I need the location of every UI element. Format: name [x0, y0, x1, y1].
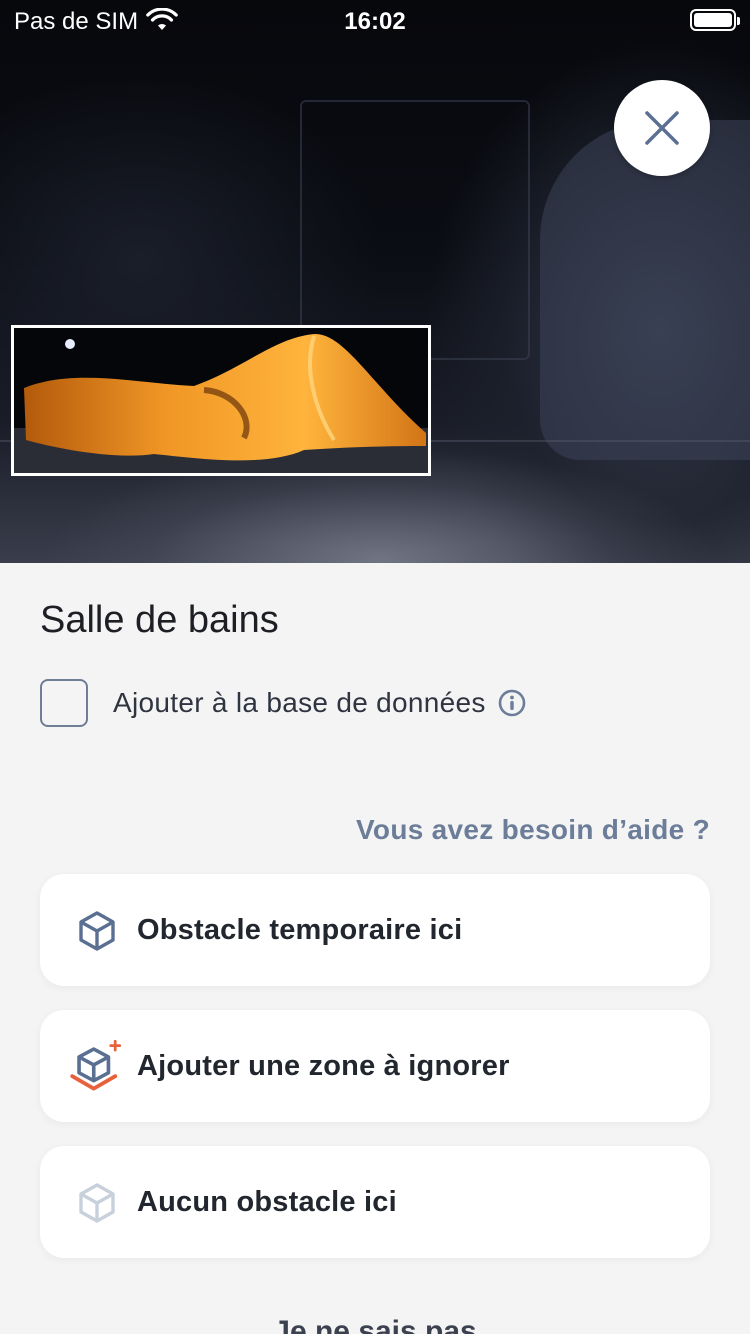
cube-icon: [79, 911, 115, 951]
option-no-obstacle[interactable]: Aucun obstacle ici: [40, 1146, 710, 1258]
background-door: [300, 100, 530, 360]
bottom-panel: Salle de bains Ajouter à la base de donn…: [0, 563, 750, 1334]
option-label: Aucun obstacle ici: [137, 1185, 397, 1218]
cube-outline-icon: [79, 1183, 115, 1223]
close-button[interactable]: [614, 80, 710, 176]
close-icon: [645, 111, 679, 145]
add-to-database-label: Ajouter à la base de données: [113, 687, 486, 718]
camera-view: Pas de SIM 16:02: [0, 0, 750, 563]
option-add-ignore-zone[interactable]: Ajouter une zone à ignorer: [40, 1010, 710, 1122]
help-link[interactable]: Vous avez besoin d’aide ?: [356, 814, 710, 846]
detection-box: [11, 325, 431, 476]
add-zone-cube-icon: [70, 1040, 122, 1091]
status-bar: Pas de SIM 16:02: [0, 0, 750, 40]
info-icon[interactable]: [498, 689, 526, 717]
room-title: Salle de bains: [40, 599, 279, 641]
option-label: Ajouter une zone à ignorer: [137, 1049, 510, 1082]
add-to-database-row[interactable]: Ajouter à la base de données: [40, 679, 526, 727]
status-time: 16:02: [344, 8, 406, 35]
option-temporary-obstacle[interactable]: Obstacle temporaire ici: [40, 874, 710, 986]
dont-know-button[interactable]: Je ne sais pas: [0, 1315, 750, 1334]
option-label: Obstacle temporaire ici: [137, 913, 463, 946]
detected-object-image: [14, 328, 428, 473]
add-to-database-checkbox[interactable]: [40, 679, 88, 727]
battery-icon: [690, 9, 740, 31]
